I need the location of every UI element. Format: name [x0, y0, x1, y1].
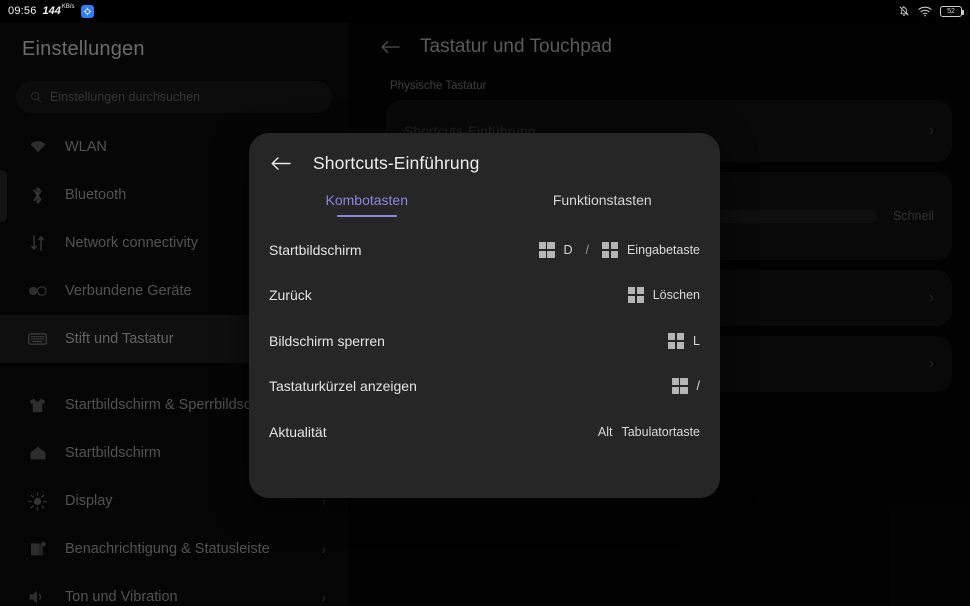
- status-time: 09:56: [8, 5, 37, 17]
- status-bar-right: 52: [898, 5, 964, 17]
- shortcuts-dialog: Shortcuts-Einführung Kombotasten Funktio…: [249, 133, 720, 498]
- shortcut-keys: Alt Tabulatortaste: [598, 425, 700, 439]
- shortcut-label: Startbildschirm: [269, 241, 362, 258]
- network-speed: 144KB/s: [42, 4, 75, 17]
- dialog-title: Shortcuts-Einführung: [313, 153, 480, 173]
- dialog-header: Shortcuts-Einführung: [249, 133, 720, 174]
- shortcut-label: Aktualität: [269, 423, 327, 440]
- key-label: Löschen: [652, 288, 700, 303]
- battery-indicator: 52: [940, 5, 964, 17]
- shortcut-row: Bildschirm sperren L: [269, 318, 700, 364]
- key-label: D: [563, 242, 573, 257]
- key-label: L: [693, 333, 700, 348]
- battery-percent: 52: [947, 7, 955, 15]
- windows-key-icon: [627, 287, 644, 304]
- shortcut-keys: /: [671, 378, 700, 395]
- tab-label: Kombotasten: [325, 192, 409, 208]
- windows-key-icon: [538, 241, 555, 258]
- back-arrow-icon[interactable]: [271, 154, 291, 174]
- tab-label: Funktionstasten: [552, 192, 652, 208]
- windows-key-icon: [671, 378, 688, 395]
- status-bar-left: 09:56 144KB/s: [8, 4, 94, 18]
- key-label: Tabulatortaste: [621, 424, 700, 439]
- shortcut-label: Bildschirm sperren: [269, 332, 385, 349]
- key-separator: /: [585, 242, 590, 257]
- key-label: Eingabetaste: [627, 242, 700, 257]
- dialog-tabs: Kombotasten Funktionstasten: [249, 192, 720, 217]
- shortcut-label: Tastaturkürzel anzeigen: [269, 378, 417, 395]
- tab-funktionstasten[interactable]: Funktionstasten: [485, 192, 721, 217]
- shortcut-label: Zurück: [269, 287, 312, 304]
- screen-root: 09:56 144KB/s 52 Einstellungen Einstellu…: [0, 0, 970, 606]
- windows-key-icon: [668, 332, 685, 349]
- shortcut-keys: D / Eingabetaste: [538, 241, 700, 258]
- tab-kombotasten[interactable]: Kombotasten: [249, 192, 485, 217]
- shortcut-keys: Löschen: [627, 287, 700, 304]
- shortcut-list: Startbildschirm D / Eingabetaste Zurück …: [249, 217, 720, 455]
- network-speed-unit: KB/s: [61, 4, 75, 10]
- app-icon: [80, 4, 94, 18]
- status-bar: 09:56 144KB/s 52: [0, 0, 970, 22]
- shortcut-row: Startbildschirm D / Eingabetaste: [269, 227, 700, 273]
- shortcut-row: Zurück Löschen: [269, 273, 700, 319]
- wifi-icon: [918, 6, 932, 17]
- shortcut-keys: L: [668, 332, 700, 349]
- key-label: Alt: [597, 424, 613, 439]
- windows-key-icon: [602, 241, 619, 258]
- bell-off-icon: [898, 5, 910, 17]
- shortcut-row: Tastaturkürzel anzeigen /: [269, 364, 700, 410]
- shortcut-row: Aktualität Alt Tabulatortaste: [269, 409, 700, 455]
- key-label: /: [696, 379, 700, 394]
